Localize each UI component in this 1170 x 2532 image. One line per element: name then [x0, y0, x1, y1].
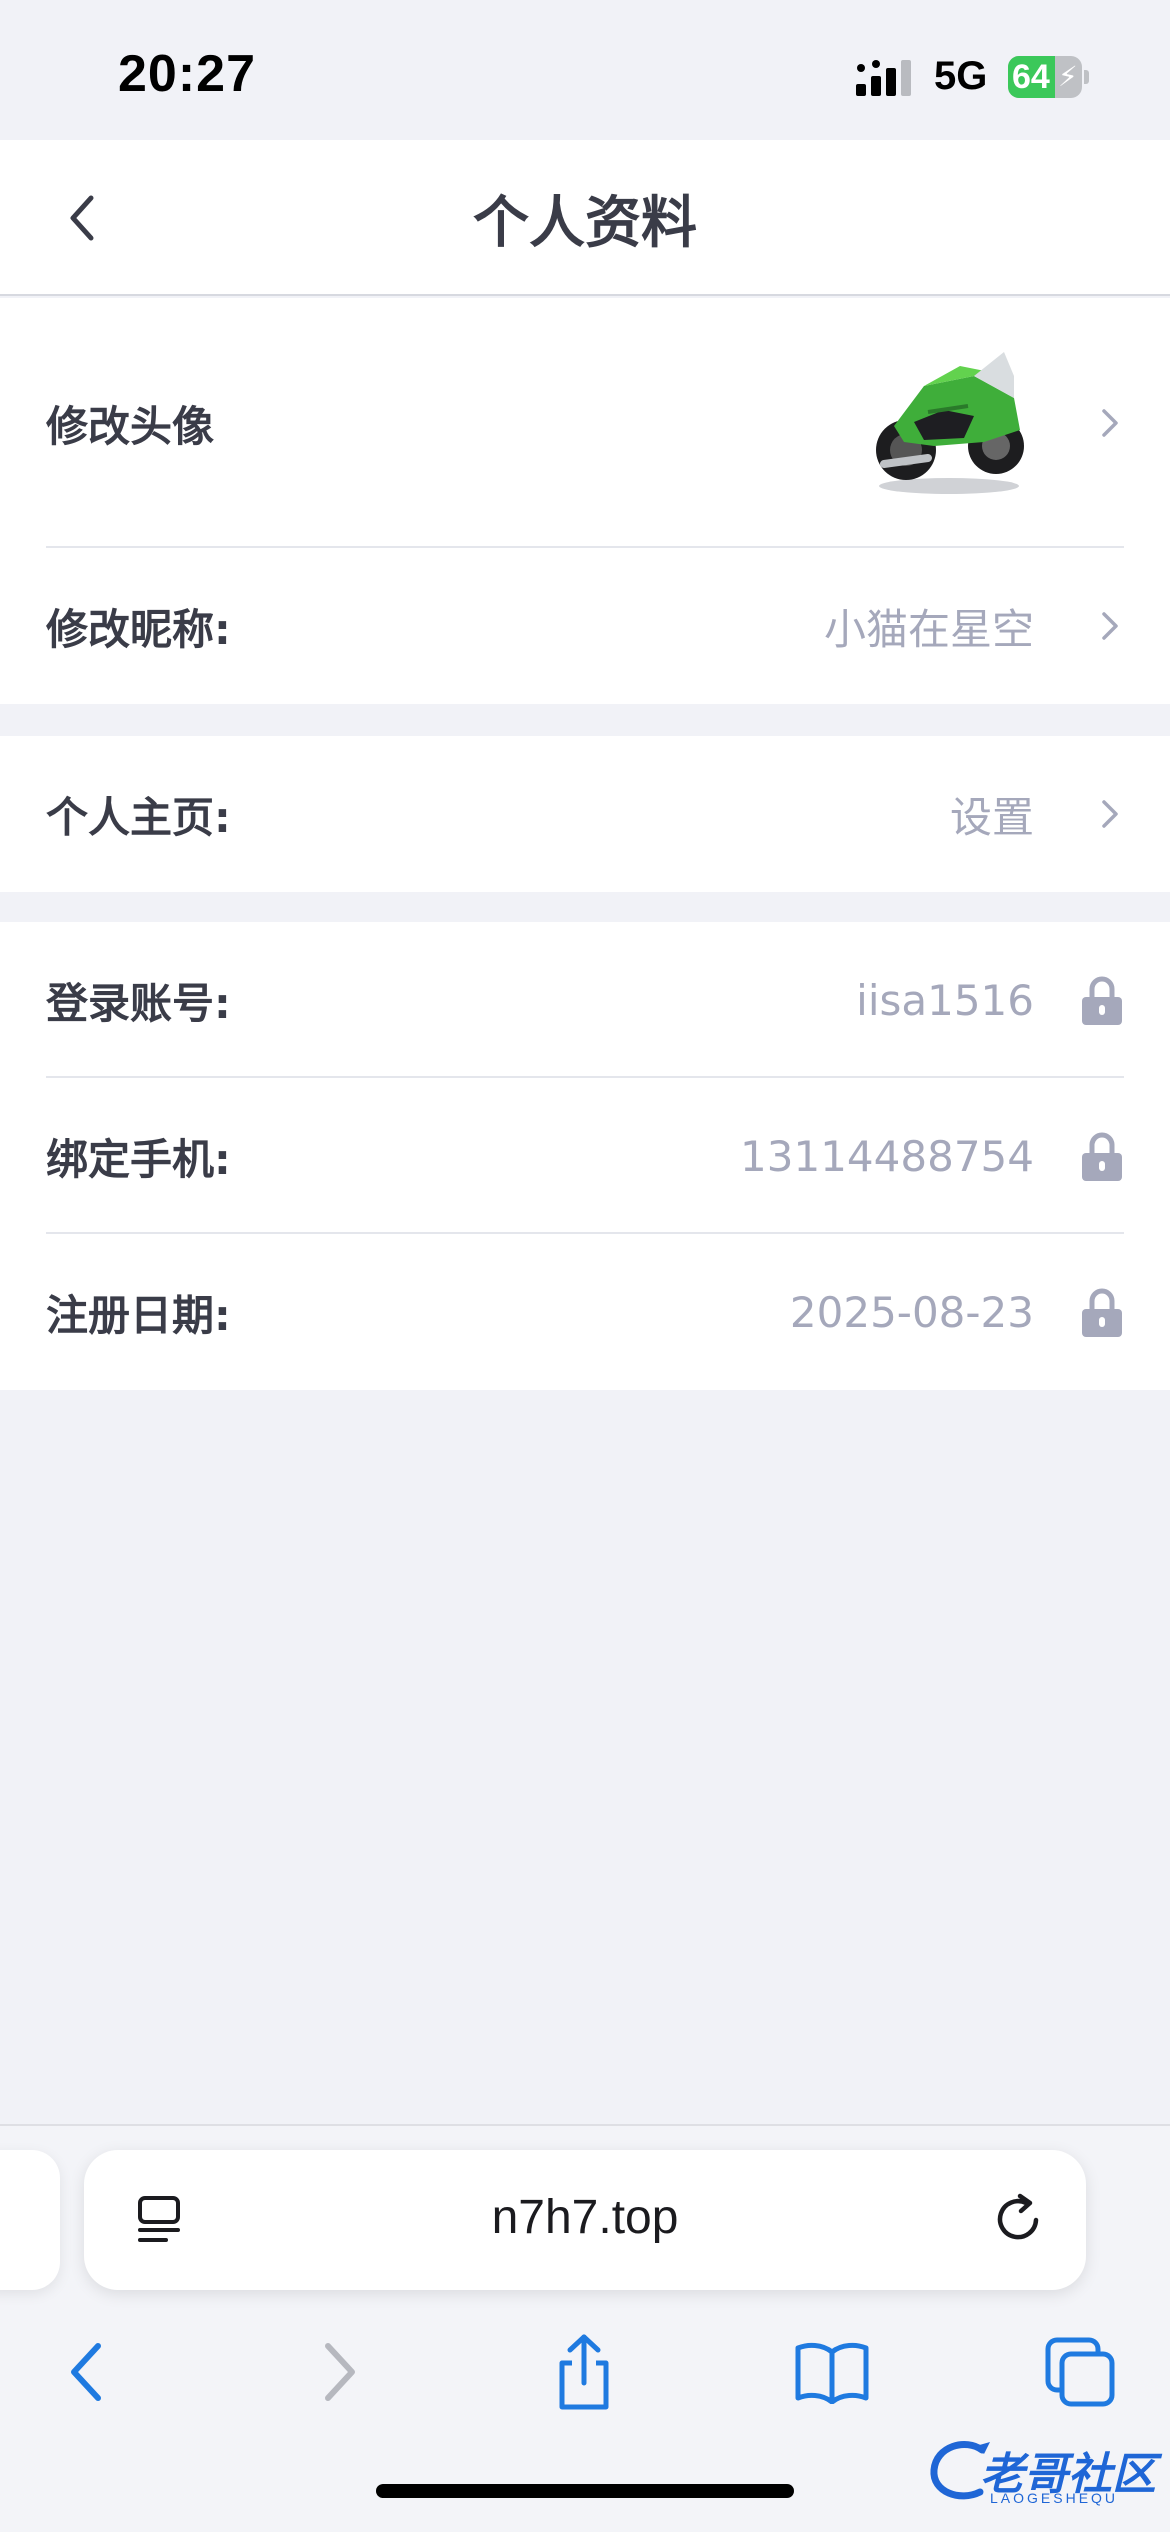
network-type: 5G: [934, 54, 988, 98]
status-time: 20:27: [118, 45, 256, 103]
book-icon: [795, 2342, 869, 2404]
tabs-button[interactable]: [1030, 2322, 1130, 2422]
phone-row: 绑定手机: 13114488754: [0, 1078, 1170, 1234]
register-date-label: 注册日期:: [46, 1290, 231, 1340]
change-avatar-row[interactable]: 修改头像: [0, 298, 1170, 548]
phone-label: 绑定手机:: [46, 1134, 231, 1184]
chevron-right-icon: [325, 2343, 355, 2401]
lock-icon: [1082, 976, 1122, 1025]
chevron-right-icon: [1102, 409, 1118, 437]
watermark-subtext: LAOGESHEQU: [990, 2490, 1119, 2506]
page-title: 个人资料: [473, 191, 697, 256]
browser-back-button[interactable]: [36, 2322, 136, 2422]
register-date-value: 2025-08-23: [789, 1287, 1034, 1337]
battery-icon: 64 ⚡: [1008, 56, 1089, 98]
lock-icon: [1082, 1288, 1122, 1337]
chevron-left-icon: [71, 2343, 101, 2401]
chevron-right-icon: [1102, 800, 1118, 828]
change-nickname-row[interactable]: 修改昵称: 小猫在星空: [0, 548, 1170, 704]
profile-group-homepage: 个人主页: 设置: [0, 736, 1170, 892]
profile-group-basic: 修改头像 修改昵称: 小猫在星空: [0, 298, 1170, 704]
homepage-value: 设置: [949, 792, 1034, 842]
browser-forward-button[interactable]: [290, 2322, 390, 2422]
lock-icon: [1082, 1132, 1122, 1181]
account-row: 登录账号: iisa1516: [0, 922, 1170, 1078]
signal-icon: [856, 60, 911, 96]
url-text: n7h7.top: [491, 2191, 679, 2244]
nickname-value: 小猫在星空: [823, 604, 1034, 654]
share-button[interactable]: [534, 2322, 634, 2422]
charging-bolt-icon: ⚡: [1058, 60, 1078, 93]
account-value: iisa1516: [856, 975, 1034, 1025]
bookmarks-button[interactable]: [782, 2322, 882, 2422]
battery-percent: 64: [1012, 58, 1050, 96]
home-indicator: [376, 2484, 794, 2498]
reload-icon[interactable]: [990, 2190, 1048, 2248]
register-date-row: 注册日期: 2025-08-23: [0, 1234, 1170, 1390]
change-avatar-label: 修改头像: [46, 401, 215, 451]
tabs-icon: [1045, 2337, 1115, 2407]
watermark-logo: 老哥社区 LAOGESHEQU: [926, 2432, 1166, 2512]
previous-tab-card[interactable]: [0, 2150, 60, 2290]
avatar: [876, 352, 1024, 494]
homepage-row[interactable]: 个人主页: 设置: [0, 736, 1170, 892]
status-bar: 20:27 5G 64 ⚡: [0, 0, 1170, 140]
change-nickname-label: 修改昵称:: [46, 604, 231, 654]
nav-header: 个人资料: [0, 140, 1170, 296]
phone-value: 13114488754: [740, 1131, 1034, 1181]
account-label: 登录账号:: [46, 978, 231, 1028]
homepage-label: 个人主页:: [46, 792, 231, 842]
address-bar[interactable]: n7h7.top: [84, 2150, 1086, 2290]
profile-group-account: 登录账号: iisa1516 绑定手机: 13114488754 注册日期: 2…: [0, 922, 1170, 1390]
share-icon: [559, 2334, 609, 2410]
chevron-right-icon: [1102, 612, 1118, 640]
